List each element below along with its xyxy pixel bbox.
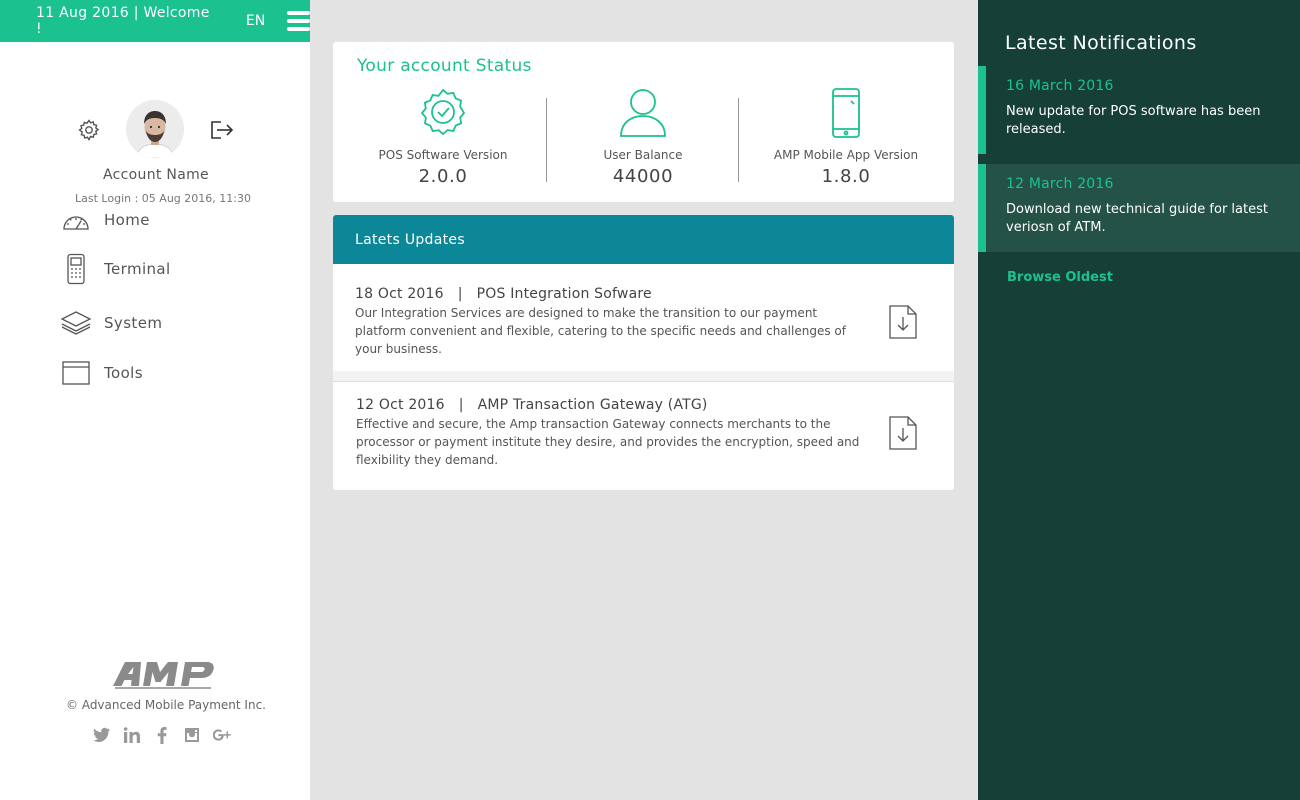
update-item: 12 Oct 2016 | AMP Transaction Gateway (A… [333,382,954,490]
update-title: AMP Transaction Gateway (ATG) [477,397,708,413]
update-description: Our Integration Services are designed to… [355,306,846,356]
stat-label: User Balance [603,148,683,162]
top-bar: 11 Aug 2016 | Welcome ! EN [0,0,310,42]
account-name: Account Name [103,167,209,183]
badge-check-icon [343,86,543,140]
google-plus-icon[interactable] [213,725,231,745]
notification-item[interactable]: 16 March 2016 New update for POS softwar… [978,66,1300,154]
download-icon[interactable] [887,415,919,451]
update-date: 18 Oct 2016 [355,286,444,302]
notification-text: Download new technical guide for latest … [1006,202,1268,235]
nav-item-terminal[interactable]: Terminal [60,253,171,285]
amp-logo [0,658,326,694]
nav-label: Terminal [104,260,171,278]
stat-label: AMP Mobile App Version [773,148,919,162]
separator: | [448,286,472,302]
update-item: 18 Oct 2016 | POS Integration Sofware Ou… [333,264,954,371]
separator: | [449,397,473,413]
nav-label: Home [104,211,150,229]
stat-pos-software-version: POS Software Version 2.0.0 [343,86,543,187]
nav-label: System [104,314,163,332]
copyright-text: © Advanced Mobile Payment Inc. [66,698,266,712]
divider [333,371,954,382]
layers-icon [60,307,92,339]
update-heading: 12 Oct 2016 | AMP Transaction Gateway (A… [356,397,708,413]
nav-item-home[interactable]: Home [60,204,150,236]
social-links [93,725,231,745]
notification-date: 16 March 2016 [1006,78,1114,94]
date-greeting: 11 Aug 2016 | Welcome ! [36,5,210,37]
nav-item-system[interactable]: System [60,307,162,339]
instagram-icon[interactable] [183,725,201,745]
user-icon [543,86,743,140]
download-icon[interactable] [887,304,919,340]
last-login: Last Login : 05 Aug 2016, 11:30 [75,192,251,205]
account-status-card: Your account Status POS Software Version… [333,42,954,202]
speedometer-icon [60,204,92,236]
facebook-icon[interactable] [153,725,171,745]
account-status-title: Your account Status [357,56,532,76]
sidebar: 11 Aug 2016 | Welcome ! EN Account Name … [0,0,310,800]
nav-label: Tools [104,364,143,382]
stat-label: POS Software Version [378,148,508,162]
stat-amp-mobile-app-version: AMP Mobile App Version 1.8.0 [746,86,946,187]
update-date: 12 Oct 2016 [356,397,445,413]
profile-section: Account Name Last Login : 05 Aug 2016, 1… [0,42,310,205]
notification-date: 12 March 2016 [1006,176,1114,192]
update-heading: 18 Oct 2016 | POS Integration Sofware [355,286,652,302]
notifications-panel: Latest Notifications 16 March 2016 New u… [978,0,1300,800]
notification-item[interactable]: 12 March 2016 Download new technical gui… [978,164,1300,252]
logout-icon[interactable] [208,118,234,142]
stat-user-balance: User Balance 44000 [543,86,743,187]
latest-updates-card: Latets Updates 18 Oct 2016 | POS Integra… [333,215,954,490]
avatar[interactable] [126,100,184,158]
browse-oldest-link[interactable]: Browse Oldest [1007,270,1113,285]
hamburger-icon[interactable] [287,11,310,31]
nav-item-tools[interactable]: Tools [60,357,143,389]
pos-terminal-icon [60,253,92,285]
divider [738,98,739,182]
update-title: POS Integration Sofware [476,286,652,302]
twitter-icon[interactable] [93,725,111,745]
stat-value: 2.0.0 [418,166,468,187]
updates-header: Latets Updates [333,215,954,264]
window-icon [60,357,92,389]
update-description: Effective and secure, the Amp transactio… [356,417,860,467]
stat-value: 44000 [612,166,674,187]
notifications-title: Latest Notifications [1005,32,1197,54]
notification-text: New update for POS software has been rel… [1006,104,1261,137]
smartphone-icon [746,86,946,140]
gear-icon[interactable] [77,118,101,142]
language-selector[interactable]: EN [246,13,265,29]
stat-value: 1.8.0 [821,166,871,187]
linkedin-icon[interactable] [123,725,141,745]
